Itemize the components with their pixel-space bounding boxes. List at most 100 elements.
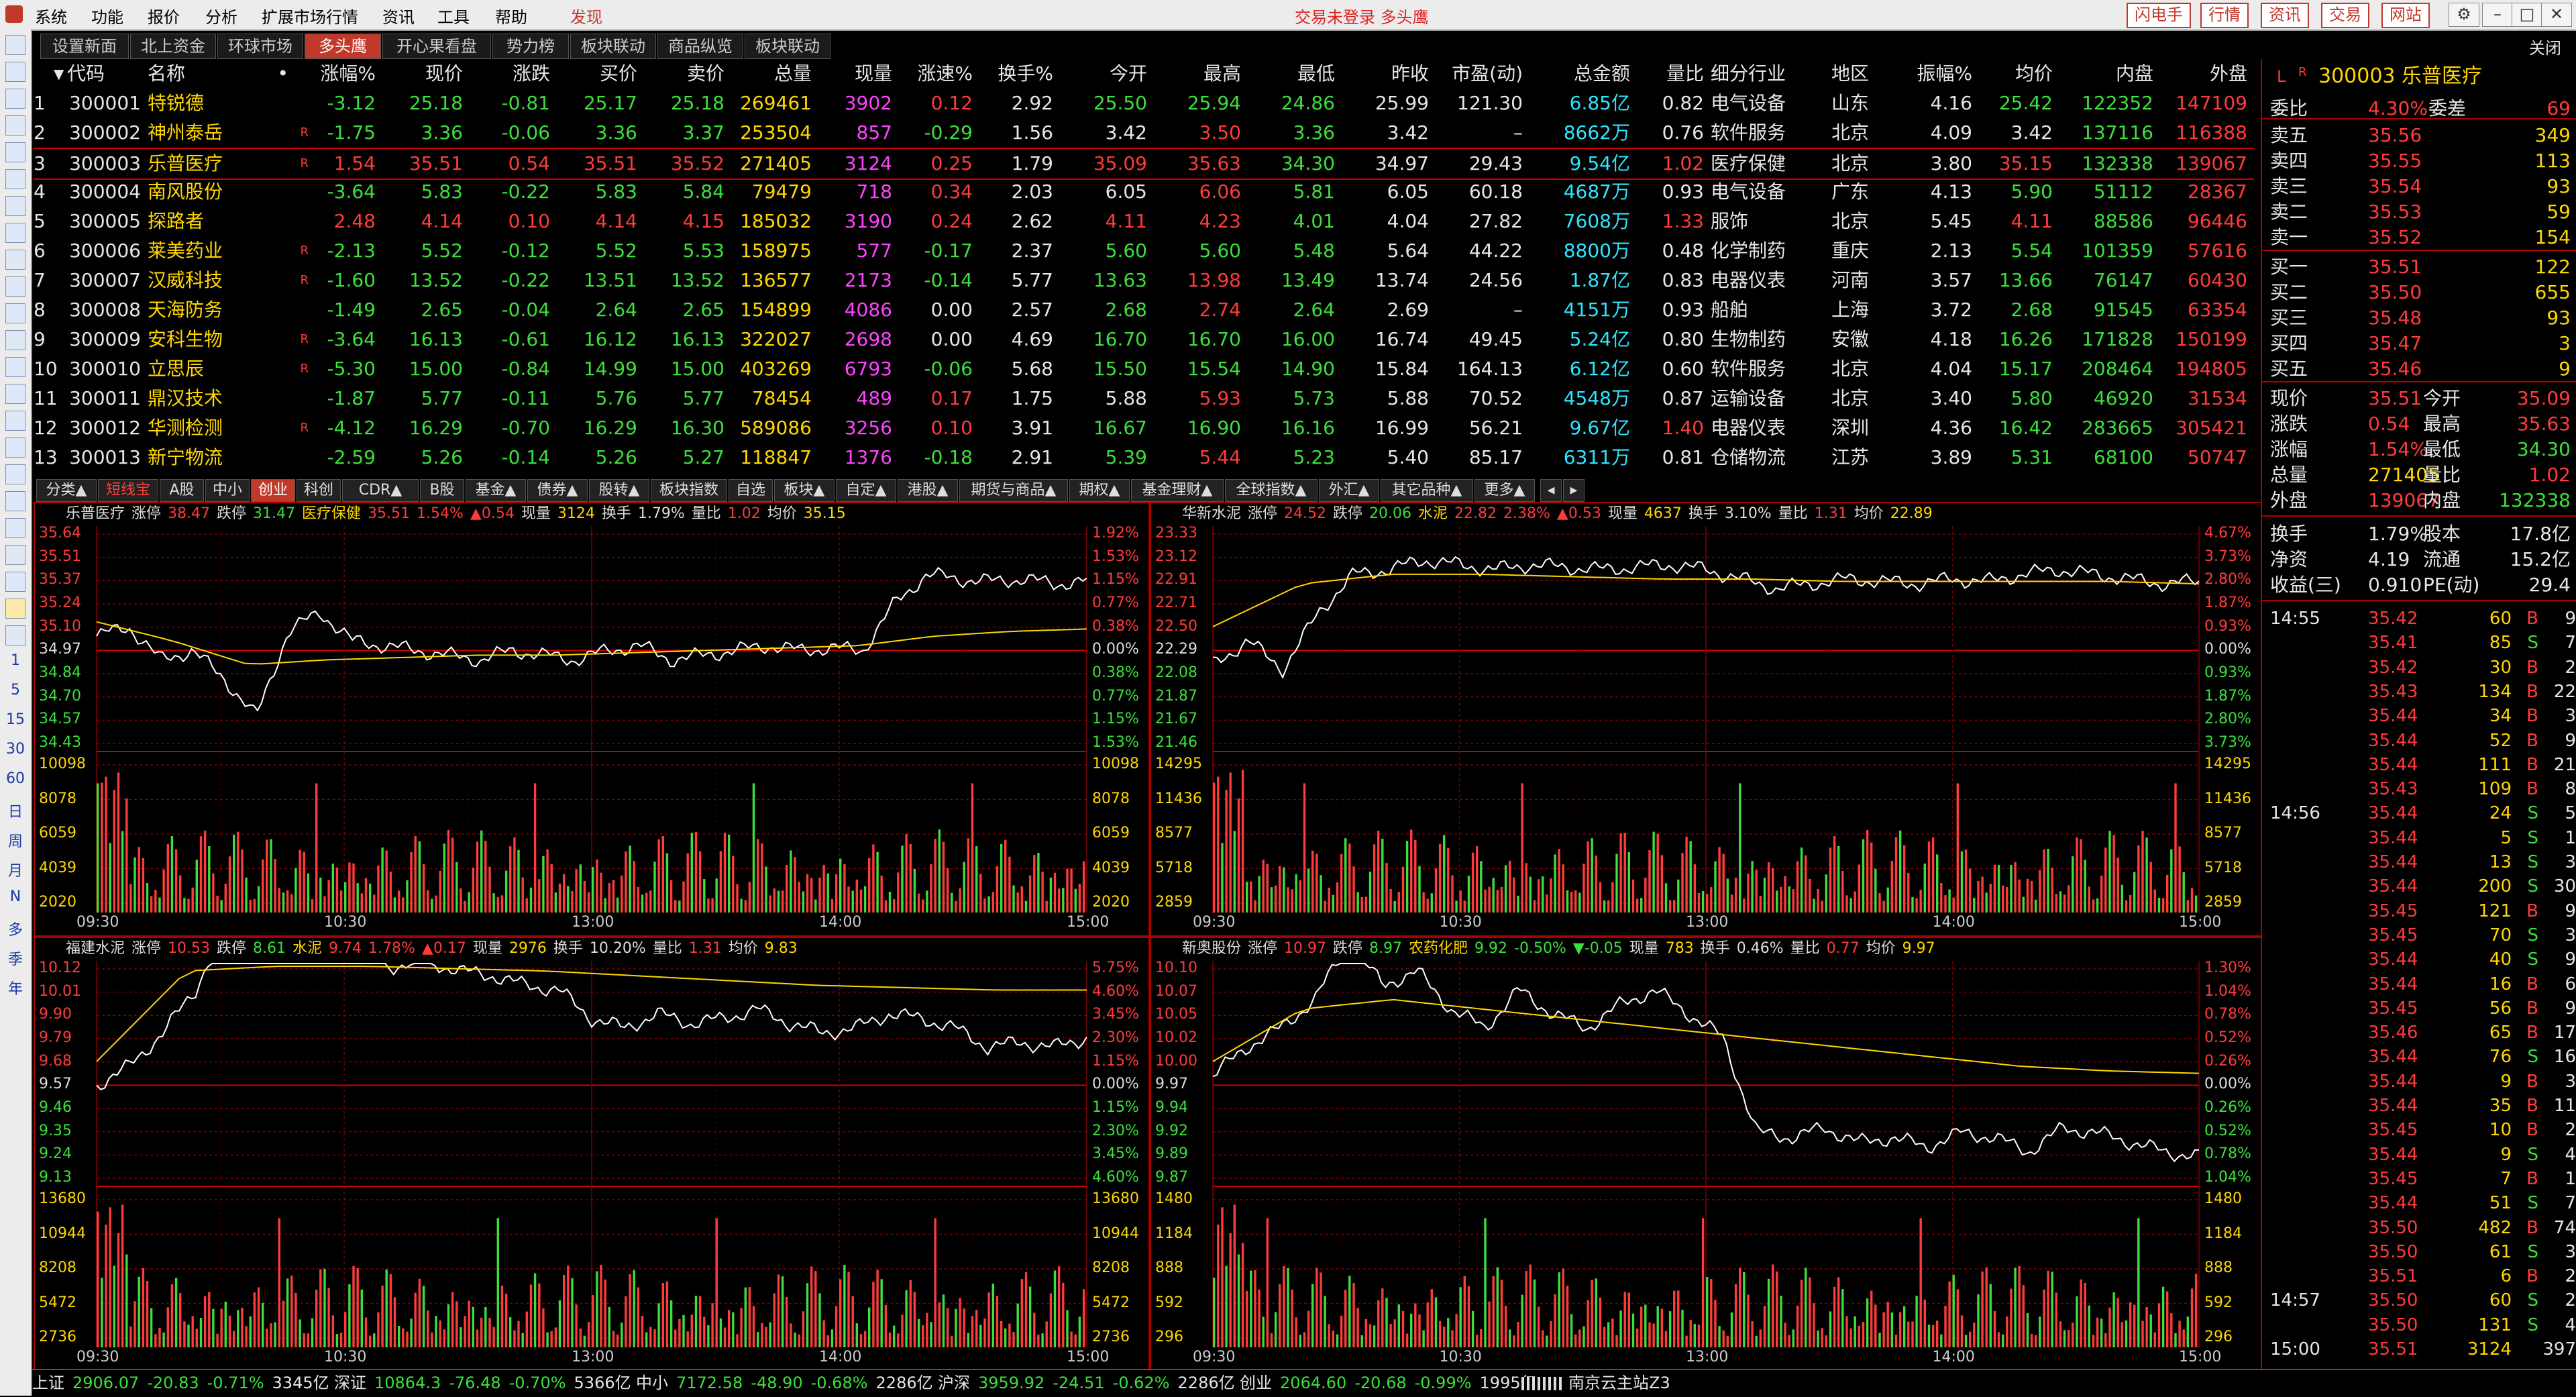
column-header[interactable]: 总量 <box>731 59 812 89</box>
category-tab[interactable]: 板块▲ <box>774 479 835 502</box>
toolbar-icon[interactable] <box>5 223 25 243</box>
period-30min[interactable]: 30 <box>0 741 31 758</box>
toolbar-icon[interactable] <box>5 464 25 484</box>
server-name[interactable]: 南京云主站Z3 <box>1568 1370 1670 1396</box>
tab-commodity[interactable]: 商品纵览 <box>657 34 743 59</box>
toolbar-icon[interactable] <box>5 384 25 404</box>
column-header[interactable]: 振幅% <box>1898 59 1972 89</box>
table-row[interactable]: 11 300011 鼎汉技术 -1.87 5.77 -0.11 5.76 5.77 78454 4… <box>34 384 2254 413</box>
category-tab[interactable]: 港股▲ <box>898 479 958 502</box>
category-tab[interactable]: 短线宝 <box>98 479 158 502</box>
category-tab[interactable]: 科创 <box>297 479 341 502</box>
toolbar-icon[interactable] <box>5 518 25 538</box>
toolbar-icon[interactable] <box>5 357 25 377</box>
maximize-icon[interactable]: □ <box>2512 3 2542 27</box>
toolbar-icon[interactable] <box>5 250 25 270</box>
column-header[interactable]: 涨幅% <box>302 59 376 89</box>
website-button[interactable]: 网站 <box>2381 3 2430 28</box>
news-button[interactable]: 资讯 <box>2261 3 2309 28</box>
table-row[interactable]: 3 300003 乐普医疗 R 1.54 35.51 0.54 35.51 35.52 27140… <box>34 148 2254 180</box>
intraday-chart-panel[interactable]: 乐普医疗 涨停 38.47 跌停 31.47 医疗保健 35.51 1.54% ▲0.54 现量 3… <box>34 502 1150 937</box>
column-header[interactable]: 涨速% <box>899 59 973 89</box>
toolbar-icon[interactable] <box>5 169 25 189</box>
menu-item[interactable]: 系统 <box>35 4 67 28</box>
period-60min[interactable]: 60 <box>0 770 31 787</box>
column-header[interactable]: 代码 <box>67 59 141 89</box>
category-tab[interactable]: A股 <box>160 479 204 502</box>
column-header[interactable]: 今开 <box>1060 59 1147 89</box>
category-tab[interactable]: 外汇▲ <box>1319 479 1379 502</box>
column-header[interactable]: 涨跌 <box>476 59 550 89</box>
tab-northbound[interactable]: 北上资金 <box>130 34 216 59</box>
tab-global-market[interactable]: 环球市场 <box>217 34 303 59</box>
menu-item[interactable]: 报价 <box>148 4 180 28</box>
menu-item[interactable]: 扩展市场行情 <box>262 4 358 28</box>
tab-settings-page[interactable]: 设置新面 <box>40 34 129 59</box>
category-tab[interactable]: 自定▲ <box>836 479 896 502</box>
scroll-right-icon[interactable]: ▸ <box>1563 479 1585 502</box>
table-row[interactable]: 9 300009 安科生物 R -3.64 16.13 -0.61 16.12 16.13 322… <box>34 325 2254 354</box>
category-tab[interactable]: 更多▲ <box>1474 479 1535 502</box>
table-row[interactable]: 6 300006 莱美药业 R -2.13 5.52 -0.12 5.52 5.53 158975… <box>34 236 2254 266</box>
scroll-left-icon[interactable]: ◂ <box>1540 479 1562 502</box>
period-day[interactable]: 日 <box>0 800 31 821</box>
column-header[interactable]: 外盘 <box>2160 59 2247 89</box>
column-header[interactable]: 内盘 <box>2059 59 2153 89</box>
index-ticker[interactable]: 沪深 3959.92 -24.51 -0.62% 2286亿 <box>938 1370 1243 1396</box>
column-header[interactable]: 现量 <box>818 59 892 89</box>
column-header[interactable]: • <box>268 59 288 89</box>
sort-arrow-icon[interactable]: ▼ <box>54 59 67 89</box>
category-tab[interactable]: 自选 <box>729 479 773 502</box>
menu-item[interactable]: 分析 <box>205 4 237 28</box>
category-tab[interactable]: 板块指数 <box>651 479 727 502</box>
category-tab[interactable]: 债券▲ <box>527 479 588 502</box>
period-week[interactable]: 周 <box>0 829 31 851</box>
category-tab[interactable]: 期权▲ <box>1069 479 1130 502</box>
table-row[interactable]: 7 300007 汉威科技 R -1.60 13.52 -0.22 13.51 13.52 136… <box>34 266 2254 295</box>
index-ticker[interactable]: 中小 7172.58 -48.90 -0.68% 2286亿 <box>636 1370 941 1396</box>
category-tab[interactable]: 股转▲ <box>589 479 649 502</box>
table-row[interactable]: 4 300004 南风股份 -3.64 5.83 -0.22 5.83 5.84 79479 71… <box>34 177 2254 207</box>
period-15min[interactable]: 15 <box>0 711 31 728</box>
toolbar-icon[interactable] <box>5 276 25 297</box>
tab-sector-link[interactable]: 板块联动 <box>570 34 656 59</box>
category-tab[interactable]: 期货与商品▲ <box>959 479 1068 502</box>
menu-item[interactable]: 功能 <box>91 4 123 28</box>
period-multi[interactable]: 多 <box>0 918 31 939</box>
category-tab[interactable]: CDR▲ <box>342 479 419 502</box>
table-row[interactable]: 2 300002 神州泰岳 R -1.75 3.36 -0.06 3.36 3.37 253504… <box>34 118 2254 148</box>
index-ticker[interactable]: 上证 2906.07 -20.83 -0.71% 3345亿 <box>32 1370 337 1396</box>
toolbar-icon[interactable] <box>5 330 25 350</box>
intraday-chart-panel[interactable]: 华新水泥 涨停 24.52 跌停 20.06 水泥 22.82 2.38% ▲0.53 现量 463… <box>1150 502 2262 937</box>
tab-power-rank[interactable]: 势力榜 <box>492 34 569 59</box>
period-1min[interactable]: 1 <box>0 652 31 669</box>
column-header[interactable]: 名称 <box>148 59 235 89</box>
toolbar-icon[interactable] <box>5 437 25 458</box>
column-header[interactable]: 最低 <box>1248 59 1335 89</box>
toolbar-icon[interactable] <box>5 89 25 109</box>
table-row[interactable]: 10 300010 立思辰 R -5.30 15.00 -0.84 14.99 15.00 403… <box>34 354 2254 384</box>
flash-trade-button[interactable]: 闪电手 <box>2127 3 2191 28</box>
column-header[interactable]: 市盈(动) <box>1436 59 1523 89</box>
category-tab[interactable]: 其它品种▲ <box>1381 479 1473 502</box>
menu-item-discover[interactable]: 发现 <box>570 4 602 28</box>
column-header[interactable]: 现价 <box>389 59 463 89</box>
table-row[interactable]: 5 300005 探路者 2.48 4.14 0.10 4.14 4.15 185032 3190… <box>34 207 2254 236</box>
category-tab[interactable]: 基金▲ <box>466 479 526 502</box>
column-header[interactable]: 昨收 <box>1342 59 1429 89</box>
menu-item[interactable]: 工具 <box>437 4 470 28</box>
close-icon[interactable]: ✕ <box>2541 3 2572 27</box>
column-header[interactable]: 买价 <box>564 59 637 89</box>
intraday-chart-panel[interactable]: 福建水泥 涨停 10.53 跌停 8.61 水泥 9.74 1.78% ▲0.17 现量 2976 换… <box>34 937 1150 1372</box>
minimize-icon[interactable]: – <box>2482 3 2513 27</box>
settings-icon[interactable]: ⚙ <box>2449 3 2479 27</box>
period-month[interactable]: 月 <box>0 859 31 880</box>
index-ticker[interactable]: 深证 10864.3 -76.48 -0.70% 5366亿 <box>334 1370 639 1396</box>
column-header[interactable]: 换手% <box>979 59 1053 89</box>
toolbar-icon[interactable] <box>5 115 25 136</box>
toolbar-icon[interactable] <box>5 572 25 592</box>
column-header[interactable]: 总金额 <box>1529 59 1630 89</box>
column-header[interactable]: 最高 <box>1154 59 1241 89</box>
category-tab[interactable]: B股 <box>420 479 464 502</box>
category-tab[interactable]: 创业 <box>251 479 295 502</box>
